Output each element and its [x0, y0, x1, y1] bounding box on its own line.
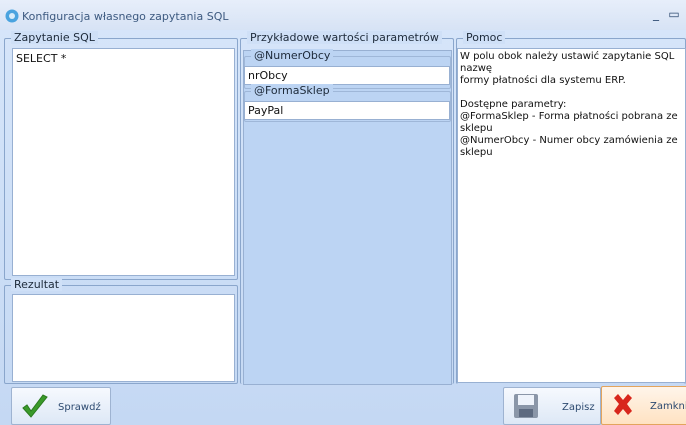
title-bar: Konfiguracja własnego zapytania SQL _ ▭: [0, 0, 686, 30]
help-legend: Pomoc: [463, 31, 506, 44]
save-button-label: Zapisz: [562, 402, 595, 413]
param-formasklep-label: @FormaSklep: [251, 84, 333, 97]
help-line: W polu obok należy ustawić zapytanie SQL…: [460, 51, 675, 74]
maximize-button[interactable]: ▭: [666, 6, 682, 22]
result-output[interactable]: [12, 294, 235, 382]
help-line: [460, 87, 683, 99]
help-line: @FormaSklep - Forma płatności pobrana ze…: [460, 111, 678, 134]
result-text: [13, 295, 234, 301]
param-formasklep-input[interactable]: PayPal: [244, 101, 450, 120]
close-button-label: Zamknij: [650, 401, 686, 412]
window-title: Konfiguracja własnego zapytania SQL: [22, 10, 229, 23]
help-line: Dostępne parametry:: [460, 99, 567, 110]
close-button[interactable]: Zamknij: [601, 386, 686, 425]
close-x-icon: [614, 394, 632, 415]
check-button[interactable]: Sprawdź: [11, 387, 111, 425]
param-numerobcy-label: @NumerObcy: [251, 49, 334, 62]
sql-query-editor[interactable]: SELECT *: [12, 48, 235, 276]
result-legend: Rezultat: [11, 278, 63, 291]
floppy-disk-icon: [514, 394, 538, 418]
help-line: @NumerObcy - Numer obcy zamówienia ze sk…: [460, 135, 678, 158]
help-line: formy płatności dla systemu ERP.: [460, 75, 626, 86]
params-legend: Przykładowe wartości parametrów: [247, 31, 442, 44]
help-text-box: W polu obok należy ustawić zapytanie SQL…: [457, 48, 686, 383]
sql-query-text: SELECT *: [16, 52, 67, 65]
check-button-label: Sprawdź: [58, 402, 101, 413]
save-button[interactable]: Zapisz: [503, 387, 601, 425]
gear-icon: [5, 9, 19, 23]
minimize-button[interactable]: _: [648, 6, 664, 22]
param-numerobcy-input[interactable]: nrObcy: [244, 66, 450, 85]
sql-query-legend: Zapytanie SQL: [11, 31, 98, 44]
checkmark-icon: [22, 394, 48, 418]
config-window: Konfiguracja własnego zapytania SQL _ ▭ …: [0, 0, 686, 425]
